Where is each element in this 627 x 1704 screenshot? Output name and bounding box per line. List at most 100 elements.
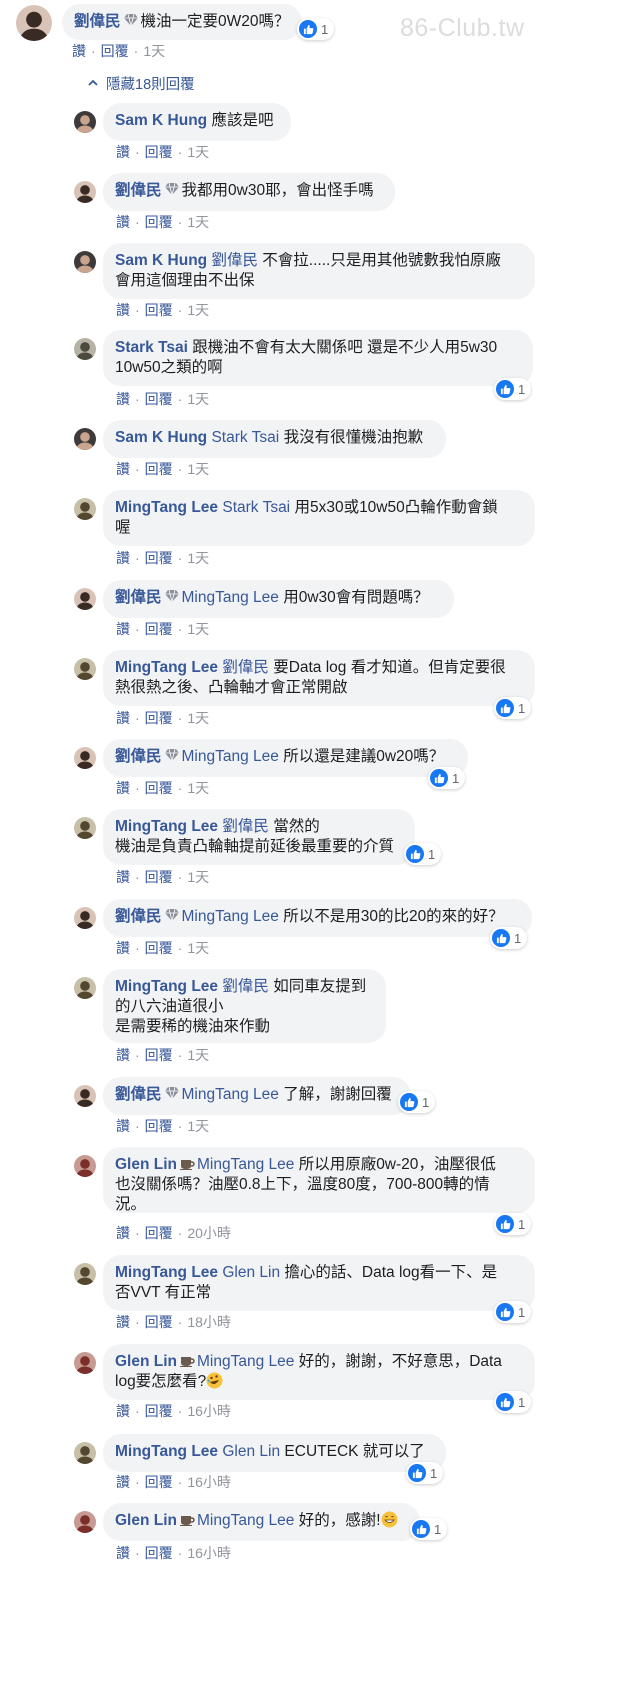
- mention-link[interactable]: Stark Tsai: [222, 499, 290, 516]
- mention-link[interactable]: 劉偉民: [222, 659, 269, 676]
- timestamp[interactable]: 1天: [187, 780, 209, 796]
- avatar[interactable]: [74, 111, 96, 133]
- avatar[interactable]: [74, 1511, 96, 1533]
- mention-link[interactable]: 劉偉民: [211, 252, 258, 269]
- comment-author[interactable]: 劉偉民: [115, 748, 162, 765]
- timestamp[interactable]: 16小時: [187, 1474, 231, 1490]
- like-link[interactable]: 讚: [116, 302, 130, 318]
- timestamp[interactable]: 1天: [143, 43, 165, 59]
- mention-link[interactable]: MingTang Lee: [197, 1353, 294, 1370]
- avatar[interactable]: [74, 251, 96, 273]
- comment-author[interactable]: MingTang Lee: [115, 499, 218, 516]
- reply-link[interactable]: 回覆: [145, 1225, 173, 1241]
- avatar[interactable]: [74, 658, 96, 680]
- avatar[interactable]: [74, 338, 96, 360]
- mention-link[interactable]: MingTang Lee: [182, 748, 279, 765]
- timestamp[interactable]: 1天: [187, 144, 209, 160]
- like-link[interactable]: 讚: [116, 1545, 130, 1561]
- like-link[interactable]: 讚: [116, 214, 130, 230]
- comment-author[interactable]: MingTang Lee: [115, 659, 218, 676]
- avatar[interactable]: [74, 181, 96, 203]
- timestamp[interactable]: 1天: [187, 940, 209, 956]
- like-link[interactable]: 讚: [116, 869, 130, 885]
- hide-replies-link[interactable]: 隱藏18則回覆: [88, 73, 195, 94]
- timestamp[interactable]: 20小時: [187, 1225, 231, 1241]
- avatar[interactable]: [16, 5, 52, 41]
- reply-link[interactable]: 回覆: [145, 710, 173, 726]
- reply-link[interactable]: 回覆: [145, 302, 173, 318]
- mention-link[interactable]: MingTang Lee: [182, 908, 279, 925]
- comment-author[interactable]: Glen Lin: [115, 1353, 177, 1370]
- avatar[interactable]: [74, 428, 96, 450]
- like-link[interactable]: 讚: [116, 1403, 130, 1419]
- reply-link[interactable]: 回覆: [145, 1047, 173, 1063]
- like-link[interactable]: 讚: [116, 391, 130, 407]
- comment-author[interactable]: Sam K Hung: [115, 112, 207, 129]
- mention-link[interactable]: MingTang Lee: [182, 1086, 279, 1103]
- timestamp[interactable]: 16小時: [187, 1545, 231, 1561]
- timestamp[interactable]: 1天: [187, 461, 209, 477]
- mention-link[interactable]: 劉偉民: [222, 818, 269, 835]
- avatar[interactable]: [74, 907, 96, 929]
- timestamp[interactable]: 1天: [187, 302, 209, 318]
- comment-author[interactable]: MingTang Lee: [115, 1264, 218, 1281]
- timestamp[interactable]: 1天: [187, 550, 209, 566]
- reaction-count[interactable]: 1: [494, 378, 532, 400]
- comment-author[interactable]: MingTang Lee: [115, 978, 218, 995]
- timestamp[interactable]: 1天: [187, 214, 209, 230]
- comment-author[interactable]: MingTang Lee: [115, 1443, 218, 1460]
- reply-link[interactable]: 回覆: [145, 869, 173, 885]
- timestamp[interactable]: 1天: [187, 391, 209, 407]
- like-link[interactable]: 讚: [116, 1474, 130, 1490]
- avatar[interactable]: [74, 1155, 96, 1177]
- like-link[interactable]: 讚: [116, 940, 130, 956]
- reply-link[interactable]: 回覆: [145, 461, 173, 477]
- like-link[interactable]: 讚: [116, 461, 130, 477]
- timestamp[interactable]: 18小時: [187, 1314, 231, 1330]
- reply-link[interactable]: 回覆: [145, 780, 173, 796]
- reaction-count[interactable]: 1: [494, 1391, 532, 1413]
- avatar[interactable]: [74, 1085, 96, 1107]
- reaction-count[interactable]: 1: [494, 1213, 532, 1235]
- reaction-count[interactable]: 1: [404, 843, 442, 865]
- avatar[interactable]: [74, 1263, 96, 1285]
- mention-link[interactable]: Glen Lin: [222, 1264, 280, 1281]
- like-link[interactable]: 讚: [72, 43, 86, 59]
- comment-author[interactable]: 劉偉民: [115, 182, 162, 199]
- reaction-count[interactable]: 1: [398, 1091, 436, 1113]
- avatar[interactable]: [74, 588, 96, 610]
- comment-author[interactable]: MingTang Lee: [115, 818, 218, 835]
- reply-link[interactable]: 回覆: [145, 1545, 173, 1561]
- avatar[interactable]: [74, 1352, 96, 1374]
- reply-link[interactable]: 回覆: [145, 1474, 173, 1490]
- like-link[interactable]: 讚: [116, 1225, 130, 1241]
- comment-author[interactable]: 劉偉民: [115, 589, 162, 606]
- reply-link[interactable]: 回覆: [145, 144, 173, 160]
- mention-link[interactable]: Glen Lin: [222, 1443, 280, 1460]
- like-link[interactable]: 讚: [116, 1047, 130, 1063]
- mention-link[interactable]: MingTang Lee: [197, 1512, 294, 1529]
- like-link[interactable]: 讚: [116, 550, 130, 566]
- reply-link[interactable]: 回覆: [145, 214, 173, 230]
- reply-link[interactable]: 回覆: [145, 550, 173, 566]
- like-link[interactable]: 讚: [116, 1314, 130, 1330]
- avatar[interactable]: [74, 747, 96, 769]
- timestamp[interactable]: 1天: [187, 869, 209, 885]
- reaction-count[interactable]: 1: [494, 1301, 532, 1323]
- reply-link[interactable]: 回覆: [145, 1403, 173, 1419]
- reply-link[interactable]: 回覆: [145, 1118, 173, 1134]
- reaction-count[interactable]: 1: [410, 1518, 448, 1540]
- reply-link[interactable]: 回覆: [101, 43, 129, 59]
- reply-link[interactable]: 回覆: [145, 940, 173, 956]
- like-link[interactable]: 讚: [116, 780, 130, 796]
- reaction-count[interactable]: 1: [494, 697, 532, 719]
- reaction-count[interactable]: 1: [406, 1462, 444, 1484]
- mention-link[interactable]: 劉偉民: [222, 978, 269, 995]
- comment-author[interactable]: Sam K Hung: [115, 429, 207, 446]
- comment-author[interactable]: 劉偉民: [115, 908, 162, 925]
- reply-link[interactable]: 回覆: [145, 1314, 173, 1330]
- avatar[interactable]: [74, 498, 96, 520]
- timestamp[interactable]: 1天: [187, 1118, 209, 1134]
- mention-link[interactable]: MingTang Lee: [197, 1156, 294, 1173]
- avatar[interactable]: [74, 817, 96, 839]
